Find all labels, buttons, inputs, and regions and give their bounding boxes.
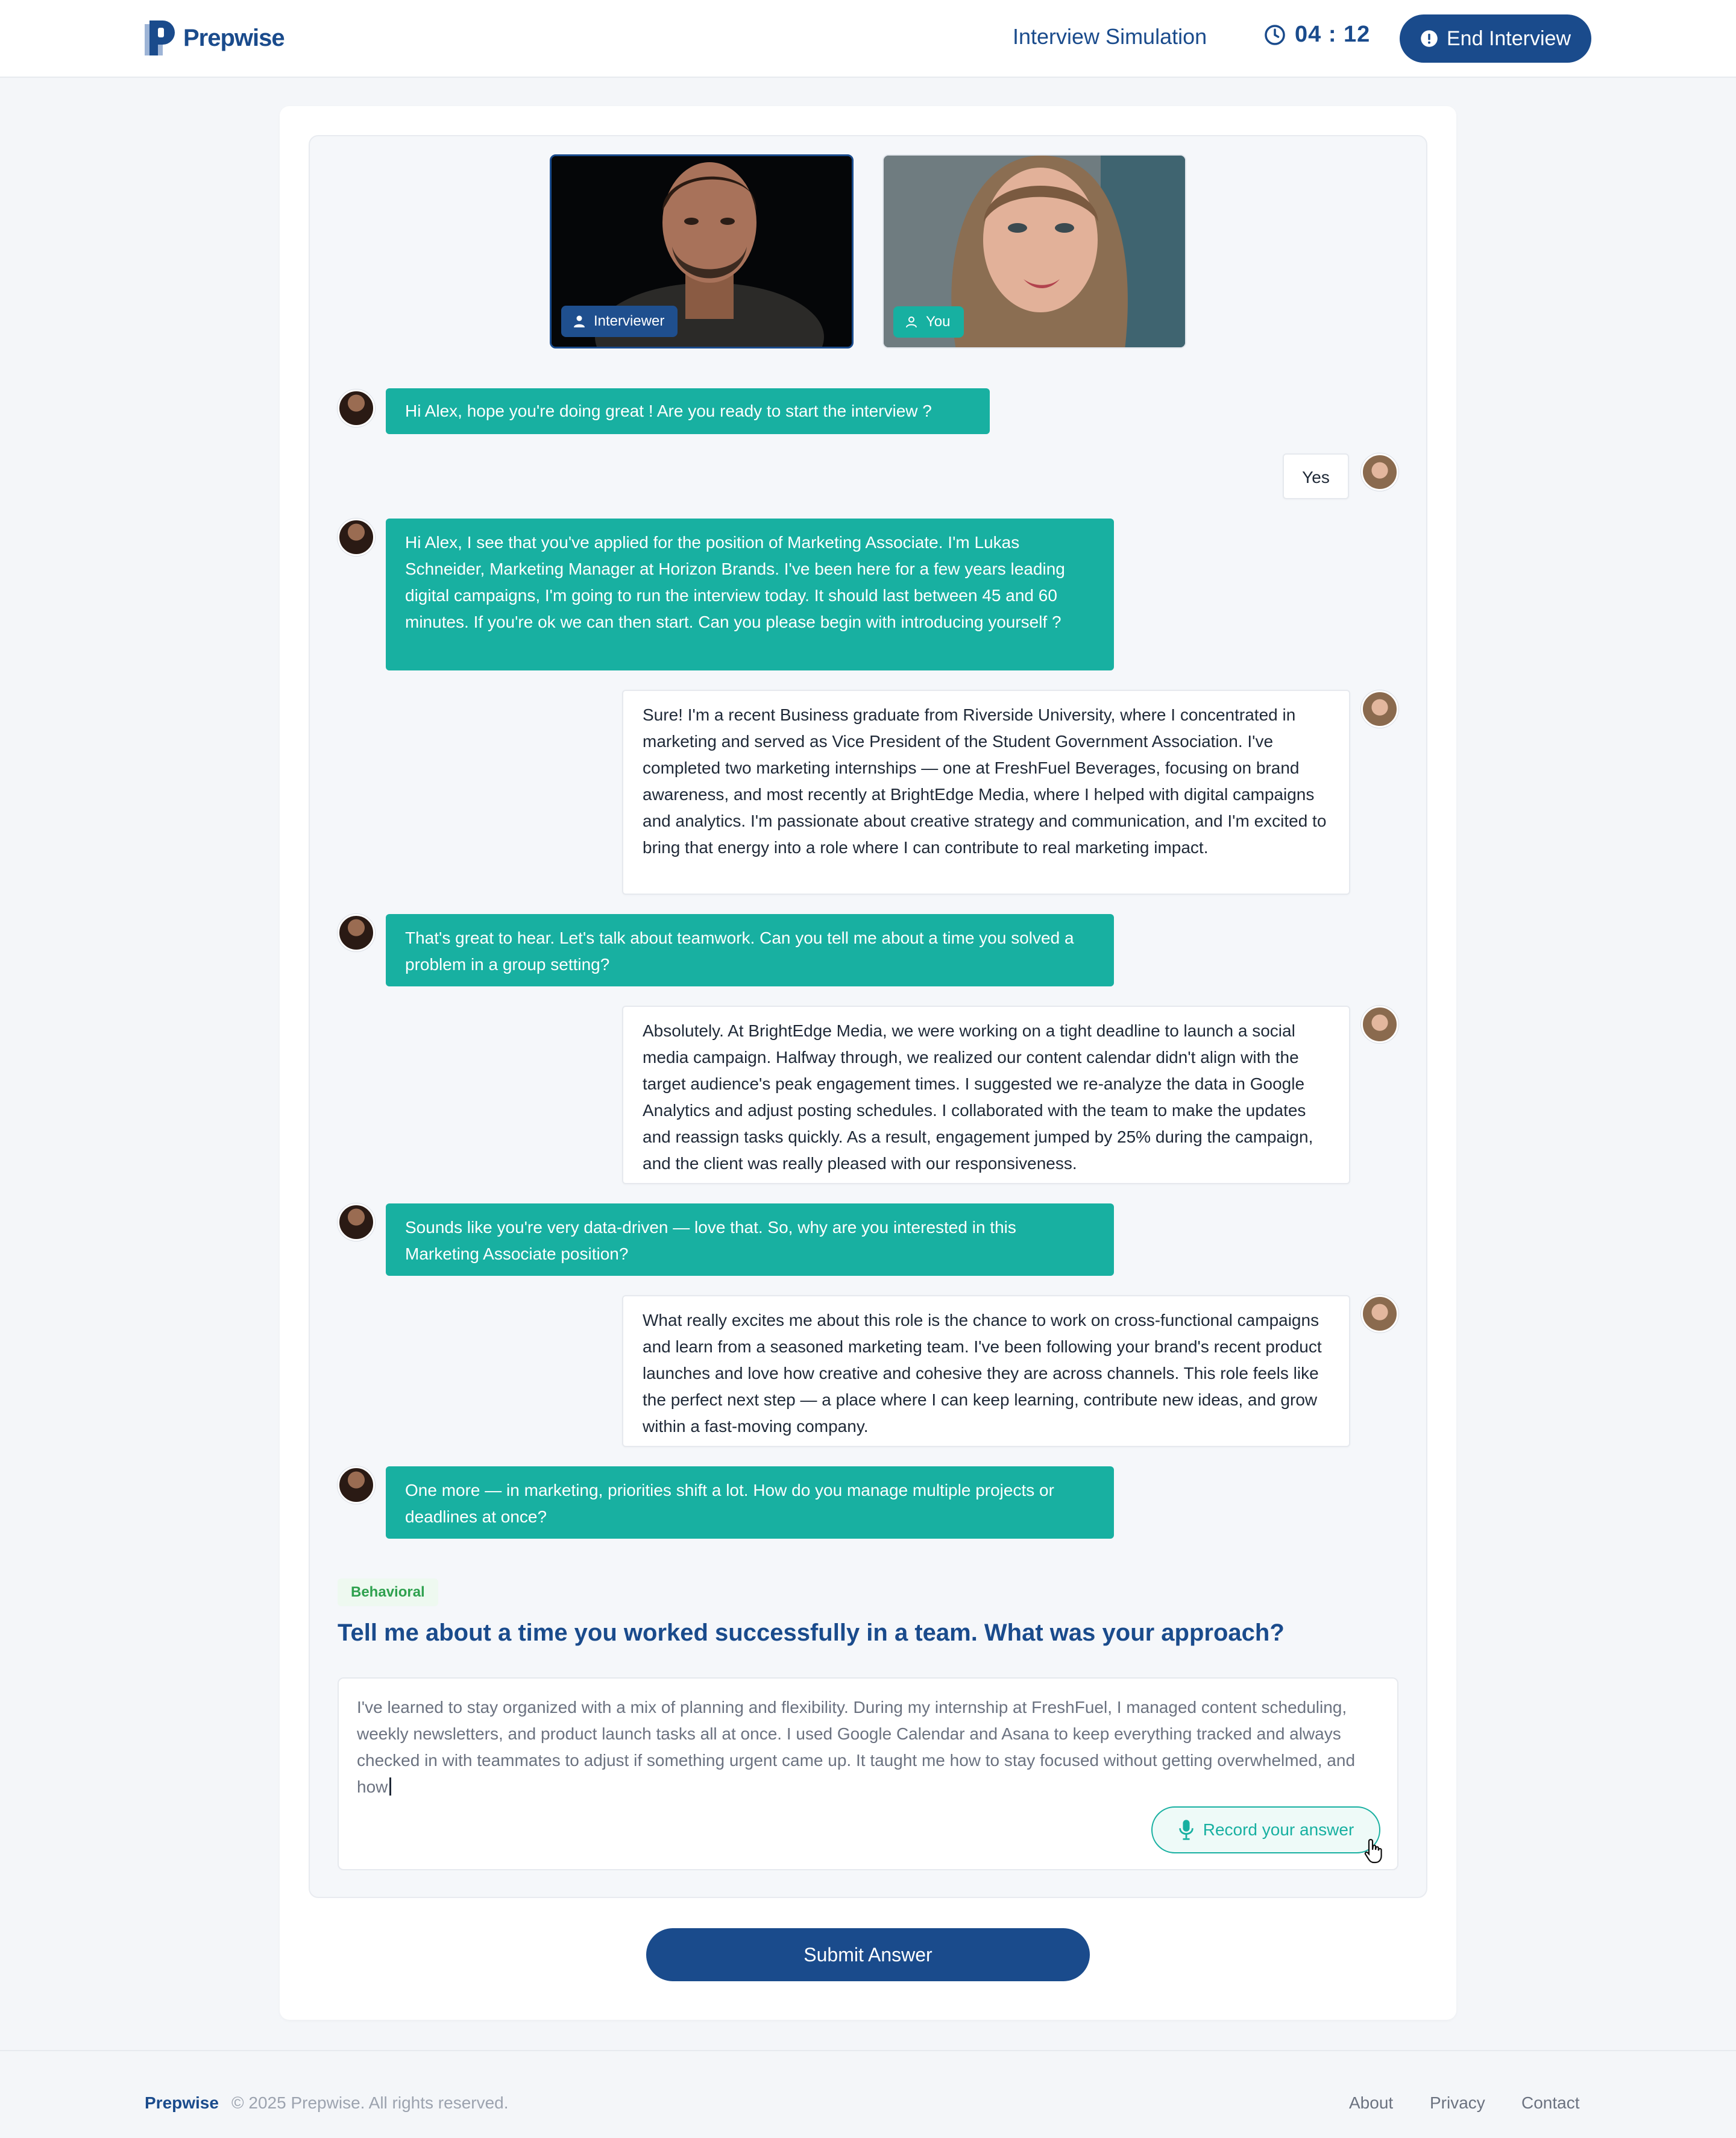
candidate-avatar <box>1361 1006 1398 1043</box>
footer-link-about[interactable]: About <box>1349 2093 1393 2113</box>
interviewer-message: Hi Alex, I see that you've applied for t… <box>386 519 1114 670</box>
footer-link-contact[interactable]: Contact <box>1521 2093 1580 2113</box>
prepwise-logo-icon <box>145 20 175 55</box>
candidate-video: You <box>882 154 1186 348</box>
footer-brand: Prepwise <box>145 2093 219 2112</box>
timer-value: 04 : 12 <box>1295 22 1371 47</box>
answer-textarea[interactable]: I've learned to stay organized with a mi… <box>338 1677 1398 1870</box>
interviewer-message: That's great to hear. Let's talk about t… <box>386 914 1114 986</box>
candidate-avatar <box>1361 1295 1398 1332</box>
logo[interactable]: Prepwise <box>145 20 285 55</box>
hand-pointer-icon <box>1364 1838 1382 1864</box>
footer-copyright: © 2025 Prepwise. All rights reserved. <box>231 2093 509 2112</box>
candidate-message: Sure! I'm a recent Business graduate fro… <box>622 690 1350 895</box>
interviewer-tag: Interviewer <box>561 306 678 337</box>
question-category-badge: Behavioral <box>338 1578 438 1606</box>
answer-draft[interactable]: I've learned to stay organized with a mi… <box>357 1694 1382 1800</box>
user-icon <box>574 315 585 327</box>
interviewer-message: One more — in marketing, priorities shif… <box>386 1466 1114 1539</box>
candidate-message: Absolutely. At BrightEdge Media, we were… <box>622 1006 1350 1184</box>
user-outline-icon <box>906 317 917 328</box>
record-answer-button[interactable]: Record your answer <box>1151 1806 1380 1853</box>
footer: Prepwise © 2025 Prepwise. All rights res… <box>0 2050 1736 2138</box>
interviewer-tag-label: Interviewer <box>594 313 665 329</box>
interviewer-message: Sounds like you're very data-driven — lo… <box>386 1203 1114 1276</box>
interviewer-avatar <box>338 519 375 556</box>
answer-draft-text: I've learned to stay organized with a mi… <box>357 1698 1356 1796</box>
interviewer-avatar <box>338 914 375 951</box>
interviewer-avatar <box>338 1466 375 1504</box>
candidate-avatar <box>1361 690 1398 728</box>
interviewer-avatar <box>338 389 375 427</box>
microphone-icon <box>1178 1820 1194 1840</box>
candidate-tag-label: You <box>926 314 951 330</box>
candidate-message: What really excites me about this role i… <box>622 1295 1350 1447</box>
interviewer-avatar <box>338 1203 375 1241</box>
end-interview-label: End Interview <box>1447 27 1571 50</box>
text-caret <box>389 1777 392 1796</box>
record-answer-label: Record your answer <box>1203 1820 1354 1839</box>
alert-circle-icon <box>1421 30 1438 47</box>
interviewer-message: Hi Alex, hope you're doing great ! Are y… <box>386 388 990 434</box>
submit-answer-button[interactable]: Submit Answer <box>646 1928 1090 1981</box>
question-title: Tell me about a time you worked successf… <box>338 1619 1285 1646</box>
interviewer-video: Interviewer <box>550 154 854 348</box>
end-interview-button[interactable]: End Interview <box>1400 14 1591 63</box>
brand-name: Prepwise <box>183 24 285 51</box>
top-navbar: Prepwise Interview Simulation 04 : 12 En… <box>0 0 1736 78</box>
interview-timer: 04 : 12 <box>1263 22 1370 48</box>
clock-icon <box>1265 24 1285 45</box>
candidate-tag: You <box>893 306 964 338</box>
candidate-message: Yes <box>1283 453 1349 499</box>
candidate-avatar <box>1361 453 1398 491</box>
nav-interview-simulation[interactable]: Interview Simulation <box>1013 24 1207 49</box>
footer-link-privacy[interactable]: Privacy <box>1430 2093 1485 2113</box>
